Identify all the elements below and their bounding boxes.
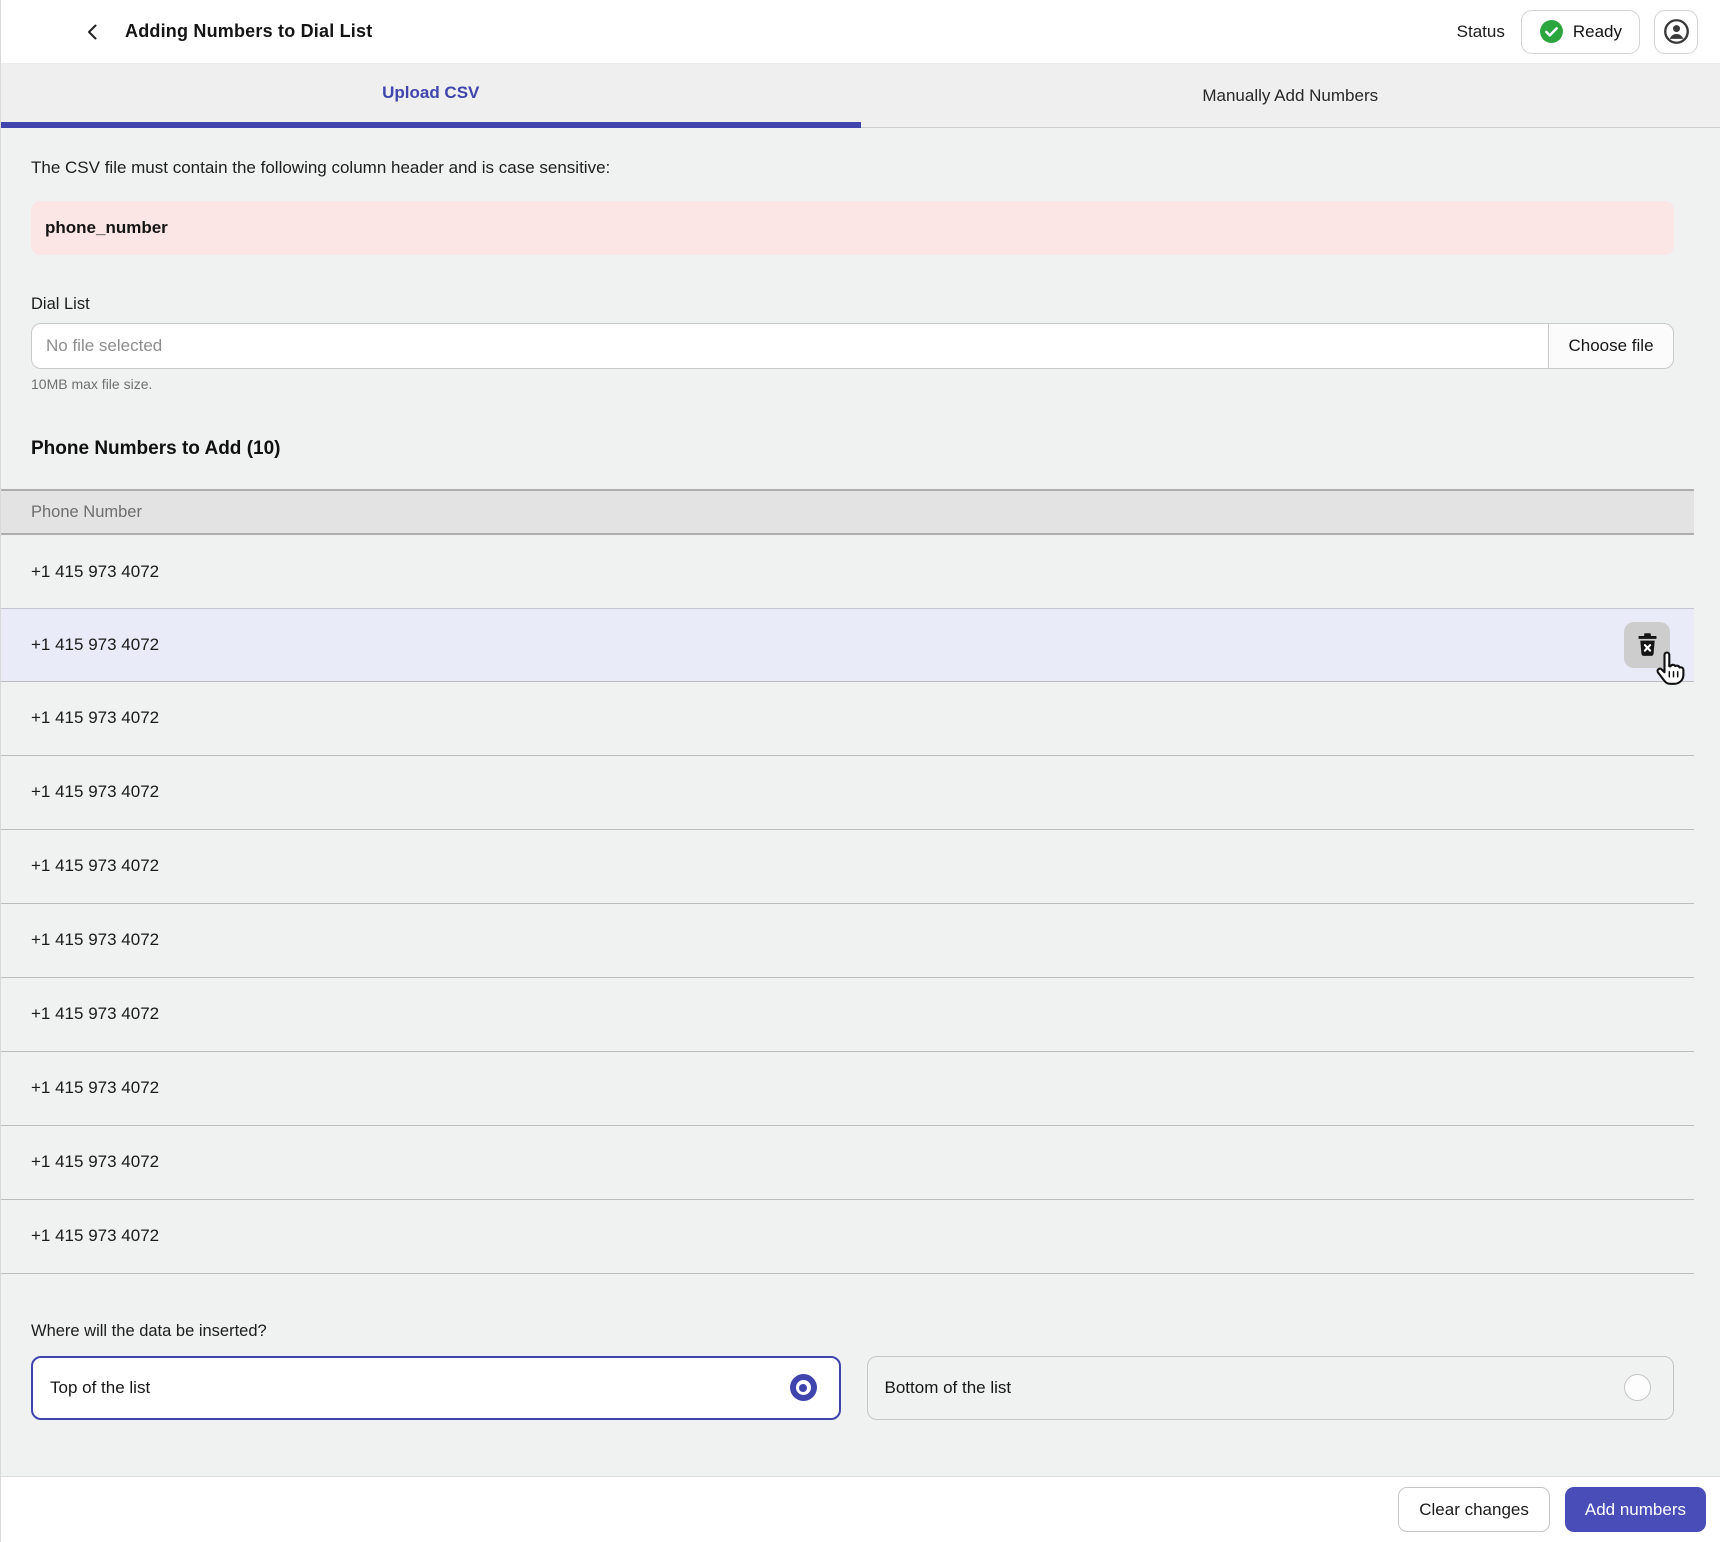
file-input[interactable]	[31, 323, 1549, 369]
clear-changes-button[interactable]: Clear changes	[1398, 1487, 1550, 1532]
table-row[interactable]: +1 415 973 4072	[1, 682, 1694, 756]
insert-position-question: Where will the data be inserted?	[31, 1321, 267, 1340]
status-badge[interactable]: Ready	[1520, 9, 1640, 54]
avatar-button[interactable]	[1654, 9, 1698, 54]
phone-number-cell: +1 415 973 4072	[31, 634, 160, 654]
file-size-hint: 10MB max file size.	[31, 376, 153, 392]
status-value: Ready	[1572, 21, 1622, 41]
required-header-box: phone_number	[31, 201, 1674, 255]
phone-number-cell: +1 415 973 4072	[31, 1226, 160, 1245]
option-bottom-of-list[interactable]: Bottom of the list	[866, 1355, 1674, 1420]
footer-action-bar: Clear changes Add numbers	[1, 1476, 1720, 1542]
tab-bar: Upload CSV Manually Add Numbers	[1, 64, 1720, 128]
required-header-value: phone_number	[45, 218, 168, 237]
tab-manually-add-numbers[interactable]: Manually Add Numbers	[860, 64, 1720, 128]
tab-upload-csv[interactable]: Upload CSV	[1, 64, 861, 128]
csv-instruction: The CSV file must contain the following …	[31, 158, 611, 177]
table-body: +1 415 973 4072 +1 415 973 4072 +1 415 97…	[1, 535, 1694, 1274]
file-picker: Choose file	[31, 323, 1674, 369]
option-bottom-label: Bottom of the list	[884, 1377, 1012, 1397]
phone-number-cell: +1 415 973 4072	[31, 708, 160, 727]
phone-number-cell: +1 415 973 4072	[31, 782, 160, 801]
phone-number-cell: +1 415 973 4072	[31, 1152, 160, 1171]
header-right: Status Ready	[1456, 9, 1698, 54]
dial-list-label: Dial List	[31, 295, 90, 313]
table-row[interactable]: +1 415 973 4072	[1, 756, 1694, 830]
menu-icon[interactable]	[23, 23, 47, 40]
option-top-of-list[interactable]: Top of the list	[31, 1355, 841, 1420]
phone-number-cell: +1 415 973 4072	[31, 856, 160, 875]
page-title: Adding Numbers to Dial List	[125, 21, 373, 41]
status-check-icon	[1539, 20, 1563, 43]
status-label: Status	[1456, 21, 1505, 41]
trash-icon	[1638, 633, 1656, 656]
table-row[interactable]: +1 415 973 4072	[1, 978, 1694, 1052]
phone-number-cell: +1 415 973 4072	[31, 930, 160, 949]
table-row[interactable]: +1 415 973 4072	[1, 535, 1694, 609]
table-row[interactable]: +1 415 973 4072	[1, 1052, 1694, 1126]
table-row[interactable]: +1 415 973 4072	[1, 904, 1694, 978]
phone-number-cell: +1 415 973 4072	[31, 561, 160, 581]
table-row[interactable]: +1 415 973 4072	[1, 1200, 1694, 1274]
radio-unselected-icon[interactable]	[1624, 1374, 1651, 1401]
choose-file-button[interactable]: Choose file	[1548, 323, 1674, 369]
insert-position-options: Top of the list Bottom of the list	[31, 1355, 1674, 1420]
phone-number-cell: +1 415 973 4072	[31, 1004, 160, 1023]
radio-selected-icon[interactable]	[789, 1374, 817, 1401]
table-row[interactable]: +1 415 973 4072	[1, 1126, 1694, 1200]
table-row[interactable]: +1 415 973 4072	[1, 607, 1694, 685]
app-header: Adding Numbers to Dial List Status Ready	[1, 0, 1720, 64]
add-numbers-button[interactable]: Add numbers	[1564, 1487, 1706, 1532]
upload-csv-panel: The CSV file must contain the following …	[1, 128, 1720, 1420]
table-header-row: Phone Number	[1, 489, 1694, 535]
phone-number-cell: +1 415 973 4072	[31, 1078, 160, 1097]
back-chevron-icon[interactable]	[81, 19, 105, 45]
option-top-label: Top of the list	[50, 1377, 151, 1397]
table-row[interactable]: +1 415 973 4072	[1, 830, 1694, 904]
phone-number-column-header: Phone Number	[31, 502, 142, 521]
phone-numbers-table: Phone Number +1 415 973 4072 +1 415 973 4…	[1, 489, 1694, 1274]
user-icon	[1663, 19, 1689, 44]
phone-numbers-heading: Phone Numbers to Add (10)	[31, 438, 281, 459]
delete-row-button[interactable]	[1624, 621, 1685, 685]
